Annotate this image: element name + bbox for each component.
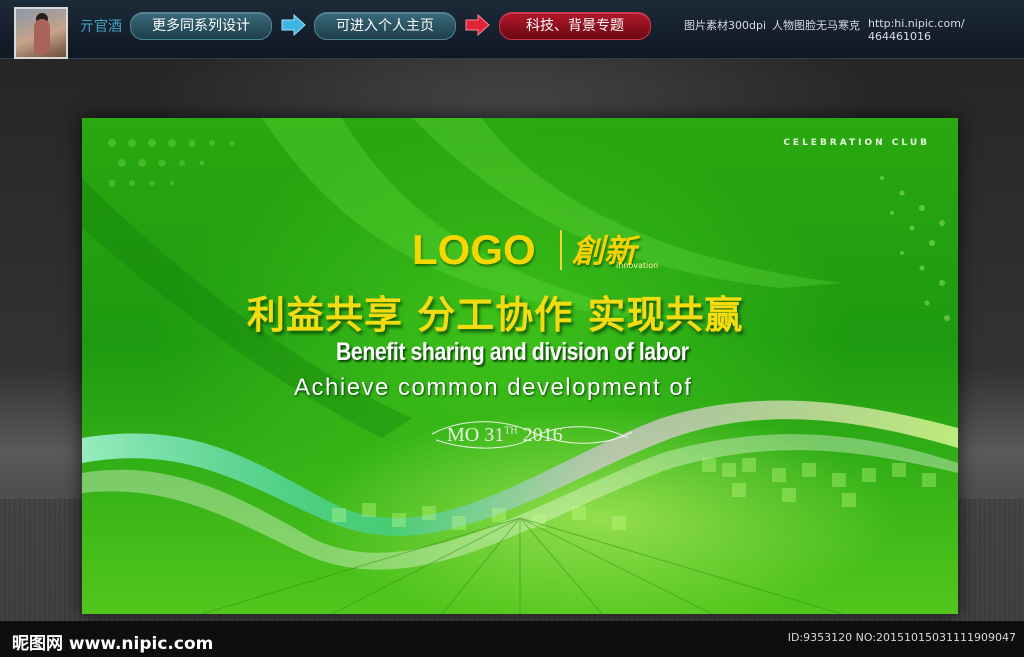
portrait-info: 人物图脸无马寒克 <box>772 19 860 32</box>
slogan-english-1: Benefit sharing and division of labor <box>336 338 689 366</box>
slogan-english-2: Achieve common development of <box>294 374 693 401</box>
celebration-club-label: CELEBRATION CLUB <box>783 138 930 148</box>
slogan-chinese: 利益共享 分工协作 实现共赢 <box>247 293 744 337</box>
logo-divider <box>560 230 562 270</box>
site-watermark[interactable]: 昵图网 www.nipic.com <box>12 629 213 654</box>
banner-artwork: CELEBRATION CLUB LOGO 創新 innovation 利益共享… <box>82 118 958 614</box>
arrow-right-icon <box>281 14 306 36</box>
arrow-right-icon <box>465 14 490 36</box>
date-suffix: TH <box>504 425 518 437</box>
personal-homepage-button[interactable]: 可进入个人主页 <box>314 12 456 40</box>
logo-text: LOGO <box>412 226 536 273</box>
image-id: ID:9353120 NO:20151015031111909047 <box>787 631 1016 644</box>
username-link[interactable]: 亓官酒 <box>80 16 122 36</box>
top-bar: 亓官酒 更多同系列设计 可进入个人主页 科技、背景专题 图片素材300dpi 人… <box>0 0 1024 59</box>
footer-bar: 昵图网 www.nipic.com ID:9353120 NO:20151015… <box>0 621 1024 657</box>
profile-url-link[interactable]: http:hi.nipic.com/ 464461016 <box>868 17 1024 43</box>
avatar[interactable] <box>14 7 68 59</box>
date-month-day: MO 31 <box>447 424 505 446</box>
event-date: MO 31TH 2016 <box>447 424 563 447</box>
innovation-caption: innovation <box>616 261 659 270</box>
date-year: 2016 <box>517 424 563 446</box>
tech-background-topic-button[interactable]: 科技、背景专题 <box>499 12 651 40</box>
resolution-info: 图片素材300dpi <box>684 19 767 32</box>
more-series-button[interactable]: 更多同系列设计 <box>130 12 272 40</box>
avatar-figure <box>34 19 50 53</box>
